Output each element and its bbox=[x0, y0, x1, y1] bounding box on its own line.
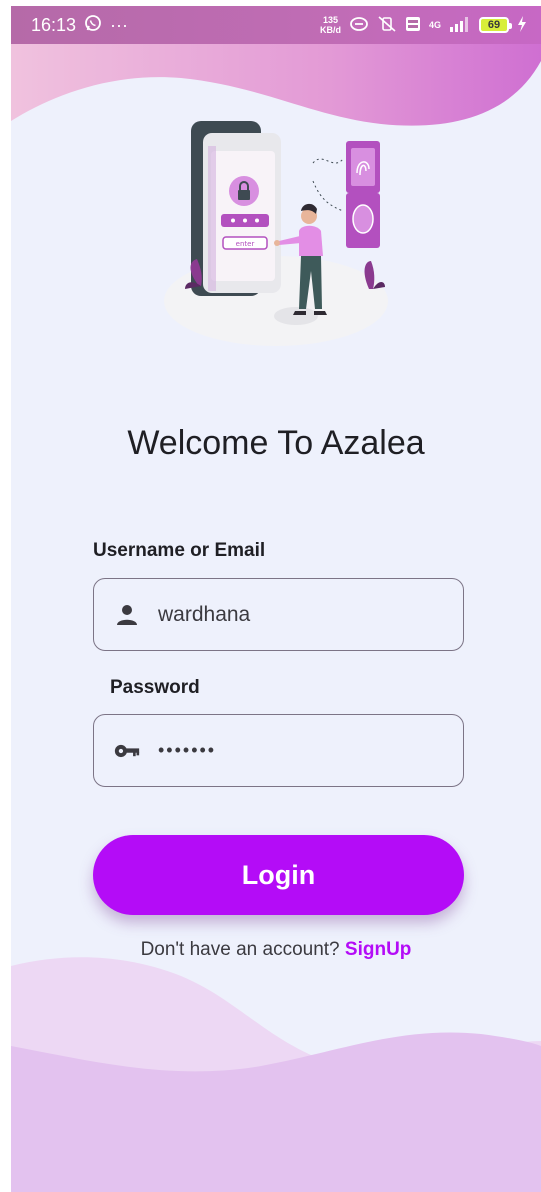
signup-link[interactable]: SignUp bbox=[345, 939, 412, 960]
status-left: 16:13 ··· bbox=[31, 14, 128, 37]
whatsapp-icon bbox=[84, 14, 102, 37]
login-screen: 16:13 ··· 135 KB/d 4G 69 enter Welcome T… bbox=[11, 6, 541, 1192]
more-notifications: ··· bbox=[110, 14, 129, 35]
signal-icon bbox=[449, 16, 471, 35]
username-field[interactable] bbox=[93, 578, 464, 651]
username-input[interactable] bbox=[158, 602, 438, 627]
password-label: Password bbox=[110, 677, 200, 698]
signup-prompt-text: Don't have an account? bbox=[140, 939, 345, 960]
clock: 16:13 bbox=[31, 14, 77, 35]
svg-text:enter: enter bbox=[236, 240, 255, 248]
status-right: 135 KB/d 4G 69 bbox=[320, 15, 527, 36]
signup-prompt: Don't have an account? SignUp bbox=[11, 939, 541, 961]
charging-icon bbox=[517, 15, 527, 35]
bottom-wave-decoration bbox=[11, 957, 541, 1192]
battery-indicator: 69 bbox=[479, 17, 512, 33]
network-speed: 135 KB/d bbox=[319, 15, 341, 35]
volte-icon bbox=[405, 16, 421, 35]
password-field[interactable] bbox=[93, 714, 464, 787]
password-input[interactable] bbox=[158, 740, 438, 761]
page-title: Welcome To Azalea bbox=[127, 424, 425, 462]
username-label: Username or Email bbox=[93, 540, 266, 561]
key-icon bbox=[114, 738, 140, 764]
login-button[interactable]: Login bbox=[93, 835, 464, 915]
sync-icon bbox=[349, 16, 369, 35]
mobile-network-icon: 4G bbox=[428, 20, 441, 30]
security-illustration: enter bbox=[164, 121, 388, 346]
vibrate-off-icon bbox=[377, 15, 397, 36]
person-icon bbox=[114, 602, 140, 628]
status-bar: 16:13 ··· 135 KB/d 4G 69 bbox=[11, 6, 541, 44]
